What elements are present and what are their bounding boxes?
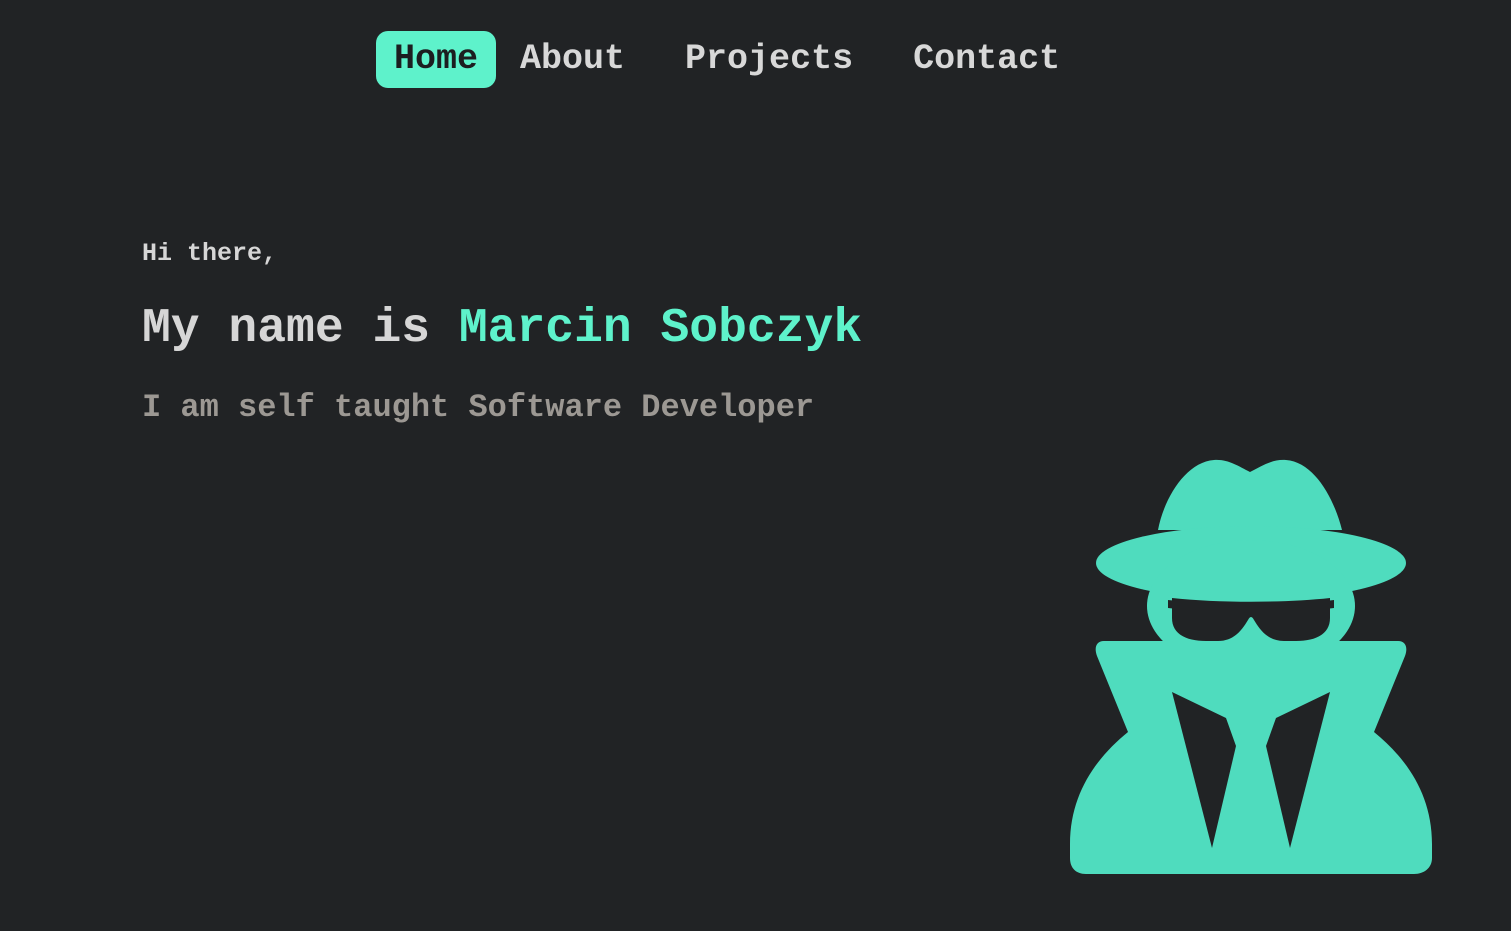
hero-headline: My name is Marcin Sobczyk bbox=[142, 300, 862, 358]
user-secret-icon bbox=[1070, 459, 1432, 874]
nav-about-link[interactable]: About bbox=[502, 31, 643, 88]
nav-home-link[interactable]: Home bbox=[376, 31, 497, 88]
nav-contact-link[interactable]: Contact bbox=[895, 31, 1078, 88]
headline-prefix: My name is bbox=[142, 302, 459, 356]
nav-projects-link[interactable]: Projects bbox=[667, 31, 871, 88]
developer-name: Marcin Sobczyk bbox=[458, 302, 863, 356]
hero-greeting: Hi there, bbox=[142, 239, 278, 268]
main-nav: Home About Projects Contact bbox=[376, 31, 1078, 88]
hero-tagline: I am self taught Software Developer bbox=[142, 389, 815, 426]
